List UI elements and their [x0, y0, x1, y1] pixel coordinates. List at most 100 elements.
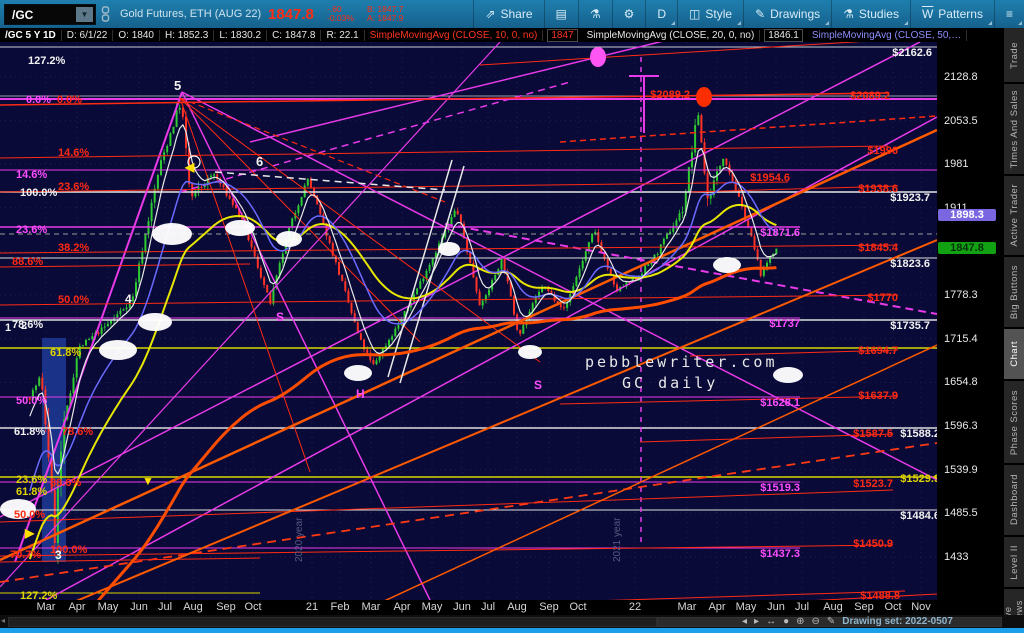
ohlc-field-3: L: 1830.2	[214, 29, 268, 41]
draw-mode-icon[interactable]: ✎	[827, 616, 835, 627]
drawings-button[interactable]: ✎ Drawings	[743, 0, 831, 28]
time-axis-label: Mar	[677, 601, 697, 613]
grid-button[interactable]: ≡	[993, 0, 1024, 28]
study-value-1: 1846.1	[764, 28, 803, 42]
tab-chart[interactable]: Chart	[1004, 328, 1024, 382]
price-axis-label: 1596.3	[944, 420, 978, 433]
price-axis-label: 1981	[944, 158, 969, 171]
instrument-title: Gold Futures, ETH (AUG 22)	[120, 8, 262, 20]
ohlc-field-1: O: 1840	[113, 29, 160, 41]
svg-text:$1694.7: $1694.7	[858, 345, 898, 357]
time-axis-label: Feb	[330, 601, 350, 613]
svg-text:70.7%: 70.7%	[10, 549, 41, 561]
tab-times-and-sales[interactable]: Times And Sales	[1004, 84, 1024, 176]
tab-label: Phase Scores	[1008, 389, 1020, 455]
svg-text:$1488.8: $1488.8	[860, 590, 900, 600]
analyze-button[interactable]: ⚗	[577, 0, 612, 28]
drawing-set-label[interactable]: Drawing set: 2022-0507	[842, 616, 953, 627]
study-label-2: SimpleMovingAvg (CLOSE, 50,…	[807, 29, 968, 41]
link-icon[interactable]	[100, 6, 111, 27]
time-axis[interactable]: Mar Apr May Jun Jul Aug Sep Oct 21 Feb Mar Apr May Ju…	[0, 600, 1004, 615]
tab-level-ii[interactable]: Level II	[1004, 536, 1024, 590]
tab-phase-scores[interactable]: Phase Scores	[1004, 381, 1024, 465]
tab-label: Level II	[1008, 544, 1020, 580]
price-badge-1847.8: 1847.8	[938, 241, 996, 254]
price-axis-label: 1654.8	[944, 376, 978, 389]
share-button[interactable]: ⇗ Share	[473, 0, 543, 28]
svg-text:$1484.6: $1484.6	[900, 510, 937, 522]
svg-text:$2089.2: $2089.2	[650, 89, 690, 101]
flask-icon: ⚗	[843, 7, 854, 21]
pan-right-icon[interactable]: ▸	[754, 616, 759, 627]
list-icon: ≡	[1005, 7, 1013, 21]
time-axis-label: Apr	[68, 601, 86, 613]
svg-text:$1519.3: $1519.3	[760, 482, 800, 494]
time-axis-label: 22	[628, 601, 642, 613]
svg-text:$1637.9: $1637.9	[858, 390, 898, 402]
gear-icon: ⚙	[623, 7, 635, 21]
svg-text:$1437.3: $1437.3	[760, 548, 800, 560]
svg-text:78.6%: 78.6%	[62, 426, 93, 438]
svg-text:$2089.2: $2089.2	[850, 90, 890, 102]
tab-label: Active Trader	[1008, 184, 1020, 247]
svg-text:$1954.6: $1954.6	[750, 172, 790, 184]
price-axis-label: 1433	[944, 551, 969, 563]
ohlc-field-2: H: 1852.3	[160, 29, 215, 41]
zoom-in-icon[interactable]: ⊕	[796, 616, 804, 627]
tab-big-buttons[interactable]: Big Buttons	[1004, 257, 1024, 329]
chart-area[interactable]: ◀ ▼ ▶ 127.2% 0.0% 0.0% 14.6% 14.6% 23.6% 100.0% 23…	[0, 42, 1004, 600]
report-icon: ▤	[555, 7, 567, 21]
price-axis-label: 2128.8	[944, 70, 978, 83]
price-axis[interactable]: 2128.8 2053.5 1981 1911 1778.3 1715.4 1654.8 15…	[937, 42, 1004, 600]
bottom-scroll-bar: ◂ ◂ ▸ ↔ ● ⊕ ⊖ ✎ Drawing set: 2022-0507	[0, 615, 1024, 628]
price-axis-label: 1485.5	[944, 507, 978, 520]
svg-text:2020 year: 2020 year	[294, 517, 305, 562]
time-axis-label: May	[97, 601, 119, 613]
svg-text:$1823.6: $1823.6	[890, 258, 930, 270]
svg-text:$1923.7: $1923.7	[890, 192, 930, 204]
time-axis-label: Nov	[911, 601, 931, 613]
time-axis-label: May	[421, 601, 443, 613]
symbol-dropdown-caret[interactable]: ▼	[76, 7, 93, 22]
svg-text:$1871.6: $1871.6	[760, 227, 800, 239]
tab-dashboard[interactable]: Dashboard	[1004, 464, 1024, 537]
svg-text:S: S	[276, 310, 284, 324]
report-button[interactable]: ▤	[543, 0, 578, 28]
zoom-out-icon[interactable]: ⊖	[812, 616, 820, 627]
tab-trade[interactable]: Trade	[1004, 28, 1024, 85]
window-bottom-border	[0, 628, 1024, 633]
svg-text:50.0%: 50.0%	[16, 395, 47, 407]
svg-text:▼: ▼	[142, 474, 154, 488]
svg-text:100.0%: 100.0%	[20, 187, 58, 199]
fit-width-icon[interactable]: ↔	[766, 616, 776, 627]
svg-text:$1529.9: $1529.9	[900, 473, 937, 485]
scroll-left-icon[interactable]: ◂	[1, 616, 5, 625]
svg-text:GC daily: GC daily	[622, 374, 718, 392]
timeframe-button[interactable]: D	[645, 0, 677, 28]
style-button[interactable]: ◫ Style	[677, 0, 743, 28]
svg-text:61.8%: 61.8%	[50, 347, 81, 359]
svg-text:23.6%: 23.6%	[16, 224, 47, 236]
time-axis-label: Aug	[507, 601, 527, 613]
time-axis-label: Aug	[183, 601, 203, 613]
right-tab-rail: Trade Times And Sales Active Trader Big But…	[1004, 28, 1024, 628]
pencil-icon: ✎	[755, 7, 766, 21]
tab-label: Trade	[1008, 41, 1020, 69]
ohlc-field-4: C: 1847.8	[267, 29, 322, 41]
chart-nav-icons: ◂ ▸ ↔ ● ⊕ ⊖ ✎ Drawing set: 2022-0507	[742, 615, 953, 628]
tab-active-trader[interactable]: Active Trader	[1004, 175, 1024, 258]
studies-button[interactable]: ⚗ Studies	[831, 0, 910, 28]
svg-text:$1628.1: $1628.1	[760, 397, 800, 409]
button-label: Drawings	[770, 7, 821, 21]
scrollbar-thumb[interactable]	[8, 617, 657, 627]
svg-text:88.6%: 88.6%	[12, 256, 43, 268]
svg-text:$1770: $1770	[867, 292, 898, 304]
svg-text:127.2%: 127.2%	[28, 55, 66, 67]
pan-left-icon[interactable]: ◂	[742, 616, 747, 627]
auto-scale-icon[interactable]: ●	[783, 616, 789, 627]
price-axis-label: 2053.5	[944, 114, 978, 127]
price-plot[interactable]: ◀▼▶127.2%0.0% 0.0%14.6%14.6%23.6%100.0%23…	[0, 42, 937, 600]
patterns-button[interactable]: W Patterns	[909, 0, 994, 28]
symbol-input[interactable]: /GC ▼	[4, 4, 96, 25]
settings-button[interactable]: ⚙	[611, 0, 646, 28]
